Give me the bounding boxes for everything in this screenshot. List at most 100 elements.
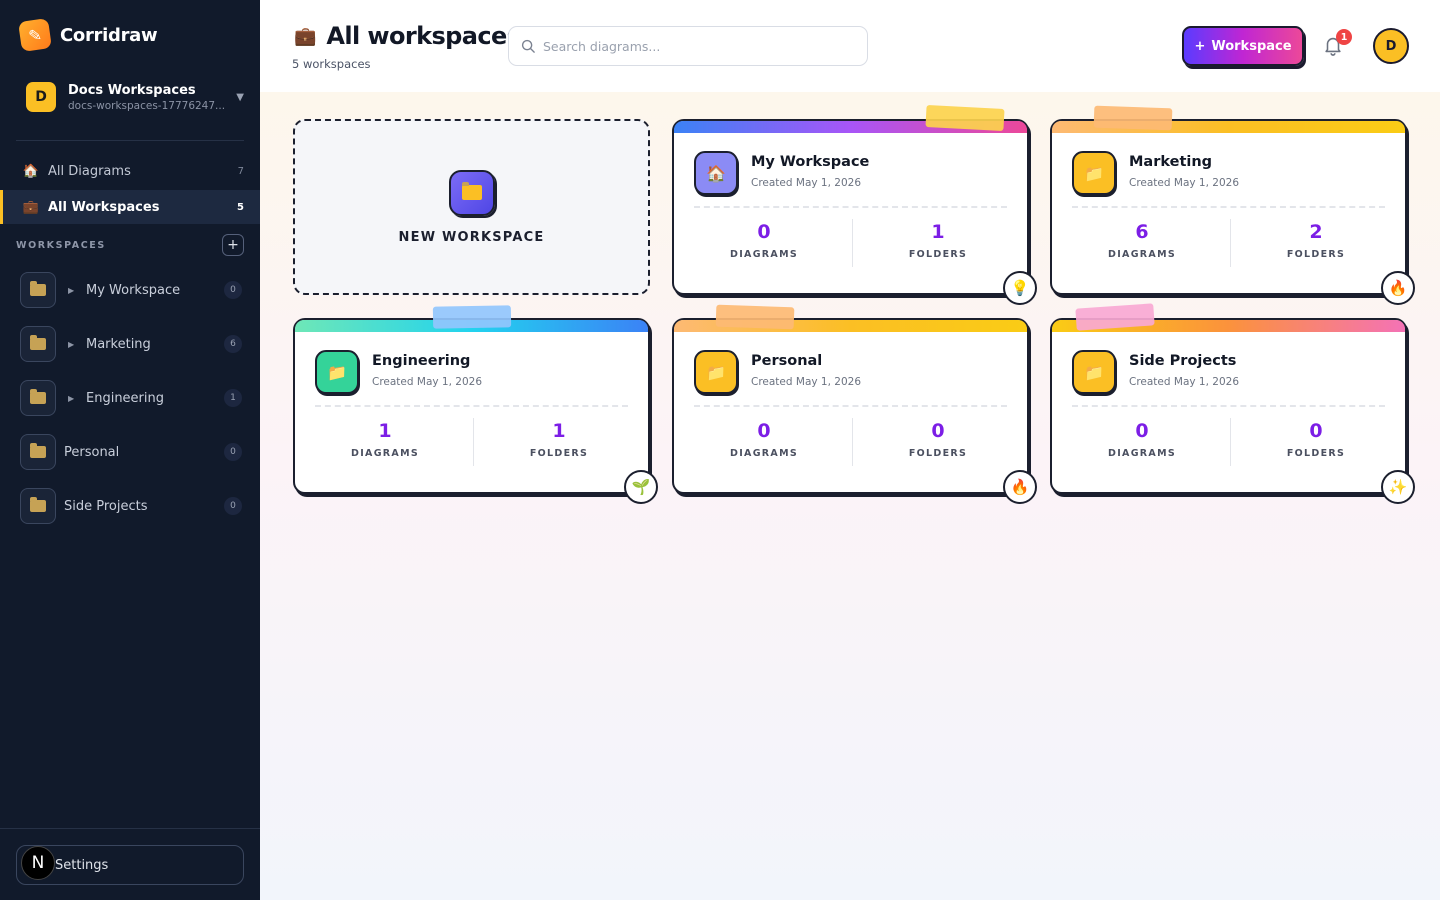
divider bbox=[852, 418, 853, 466]
page-title-text: All workspaces bbox=[326, 22, 521, 50]
expand-arrow-icon[interactable]: ▶ bbox=[68, 286, 78, 295]
tape-decoration bbox=[1093, 105, 1173, 131]
briefcase-icon: 💼 bbox=[22, 199, 40, 215]
fire-icon: 🔥 bbox=[1003, 470, 1037, 504]
user-avatar[interactable]: D bbox=[1373, 28, 1409, 64]
workspaces-section-header: WORKSPACES + bbox=[16, 234, 244, 256]
notifications-button[interactable]: 1 bbox=[1322, 29, 1352, 58]
search-bar[interactable] bbox=[508, 26, 868, 66]
folders-label: FOLDERS bbox=[908, 249, 968, 260]
divider bbox=[694, 405, 1007, 407]
sidebar: ✎ Corridraw D Docs Workspaces docs-works… bbox=[0, 0, 260, 900]
notification-badge: 1 bbox=[1336, 29, 1352, 45]
sidebar-workspace-marketing[interactable]: ▶ Marketing 6 bbox=[20, 324, 242, 364]
brand[interactable]: ✎ Corridraw bbox=[18, 18, 158, 52]
card-title: Marketing bbox=[1129, 154, 1213, 170]
sidebar-workspace-personal[interactable]: Personal 0 bbox=[20, 432, 242, 472]
top-header: 💼 All workspaces 5 workspaces + Workspac… bbox=[260, 0, 1440, 92]
workspace-count: 0 bbox=[224, 443, 242, 461]
divider bbox=[1230, 219, 1231, 267]
folders-stat: 0 FOLDERS bbox=[1236, 420, 1396, 459]
workspace-id: docs-workspaces-17776247... bbox=[68, 99, 225, 112]
diagrams-stat: 0 DIAGRAMS bbox=[684, 420, 844, 459]
divider bbox=[0, 828, 260, 829]
chevron-down-icon: ▼ bbox=[236, 91, 244, 103]
expand-arrow-icon[interactable]: ▶ bbox=[68, 340, 78, 349]
folder-icon bbox=[20, 380, 56, 416]
divider bbox=[1072, 405, 1385, 407]
folder-icon bbox=[20, 272, 56, 308]
sidebar-workspace-side-projects[interactable]: Side Projects 0 bbox=[20, 486, 242, 526]
folder-icon bbox=[20, 488, 56, 524]
folder-icon bbox=[20, 326, 56, 362]
card-title: My Workspace bbox=[751, 154, 870, 170]
diagrams-label: DIAGRAMS bbox=[730, 448, 798, 459]
sidebar-workspace-engineering[interactable]: ▶ Engineering 1 bbox=[20, 378, 242, 418]
workspace-count: 0 bbox=[224, 497, 242, 515]
house-icon: 🏠 bbox=[694, 151, 738, 195]
briefcase-icon: 💼 bbox=[294, 25, 317, 47]
diagrams-count: 6 bbox=[1135, 221, 1149, 243]
folder-icon: 📁 bbox=[1072, 350, 1116, 394]
divider bbox=[852, 219, 853, 267]
workspace-count-text: 5 workspaces bbox=[292, 57, 371, 71]
seedling-icon: 🌱 bbox=[624, 470, 658, 504]
workspace-card-my-workspace[interactable]: 🏠 My Workspace Created May 1, 2026 0 DIA… bbox=[672, 104, 1037, 305]
divider bbox=[1230, 418, 1231, 466]
card-title: Engineering bbox=[372, 353, 471, 369]
tape-decoration bbox=[715, 304, 795, 330]
new-workspace-label: Workspace bbox=[1211, 38, 1292, 54]
fire-icon: 🔥 bbox=[1381, 271, 1415, 305]
diagrams-count: 0 bbox=[757, 221, 771, 243]
workspace-card-side-projects[interactable]: 📁 Side Projects Created May 1, 2026 0 DI… bbox=[1050, 303, 1415, 504]
workspace-label: Side Projects bbox=[64, 498, 148, 514]
folders-label: FOLDERS bbox=[908, 448, 968, 459]
folders-count: 0 bbox=[1309, 420, 1323, 442]
folders-count: 2 bbox=[1309, 221, 1323, 243]
divider bbox=[1072, 206, 1385, 208]
expand-arrow-icon[interactable]: ▶ bbox=[68, 394, 78, 403]
workspace-switcher[interactable]: D Docs Workspaces docs-workspaces-177762… bbox=[26, 80, 244, 114]
workspace-card-marketing[interactable]: 📁 Marketing Created May 1, 2026 6 DIAGRA… bbox=[1050, 105, 1415, 305]
add-workspace-icon[interactable]: + bbox=[222, 234, 244, 256]
card-created-date: Created May 1, 2026 bbox=[751, 177, 862, 189]
new-workspace-card[interactable]: NEW WORKSPACE bbox=[293, 119, 650, 295]
workspace-label: Engineering bbox=[86, 390, 164, 406]
card-created-date: Created May 1, 2026 bbox=[372, 376, 483, 388]
divider bbox=[315, 405, 628, 407]
nav-all-workspaces[interactable]: 💼 All Workspaces 5 bbox=[0, 190, 260, 224]
workspace-grid: NEW WORKSPACE 🏠 My Workspace Created May… bbox=[260, 92, 1440, 900]
sparkles-icon: ✨ bbox=[1381, 470, 1415, 504]
workspace-card-engineering[interactable]: 📁 Engineering Created May 1, 2026 1 DIAG… bbox=[293, 305, 658, 504]
workspaces-heading: WORKSPACES bbox=[16, 239, 106, 251]
diagrams-count: 0 bbox=[757, 420, 771, 442]
folder-icon bbox=[20, 434, 56, 470]
folders-stat: 0 FOLDERS bbox=[858, 420, 1018, 459]
workspace-name: Docs Workspaces bbox=[68, 82, 196, 98]
folder-icon: 📁 bbox=[694, 350, 738, 394]
workspace-label: My Workspace bbox=[86, 282, 181, 298]
search-input[interactable] bbox=[543, 38, 843, 54]
diagrams-label: DIAGRAMS bbox=[1108, 249, 1176, 260]
diagrams-label: DIAGRAMS bbox=[1108, 448, 1176, 459]
diagrams-count: 1 bbox=[378, 420, 392, 442]
next-badge-icon[interactable]: N bbox=[21, 846, 55, 880]
sidebar-workspace-my-workspace[interactable]: ▶ My Workspace 0 bbox=[20, 270, 242, 310]
diagrams-stat: 6 DIAGRAMS bbox=[1062, 221, 1222, 260]
plus-icon: + bbox=[1194, 38, 1206, 54]
house-icon: 🏠 bbox=[22, 163, 40, 179]
nav-label: All Workspaces bbox=[48, 199, 160, 215]
card-created-date: Created May 1, 2026 bbox=[751, 376, 862, 388]
workspace-count: 1 bbox=[224, 389, 242, 407]
page-title: 💼 All workspaces bbox=[294, 22, 521, 50]
card-title: Side Projects bbox=[1129, 353, 1237, 369]
folder-icon bbox=[448, 169, 495, 216]
folder-icon: 📁 bbox=[1072, 151, 1116, 195]
diagrams-stat: 1 DIAGRAMS bbox=[305, 420, 465, 459]
workspace-card-personal[interactable]: 📁 Personal Created May 1, 2026 0 DIAGRAM… bbox=[672, 304, 1037, 504]
folders-stat: 2 FOLDERS bbox=[1236, 221, 1396, 260]
diagrams-stat: 0 DIAGRAMS bbox=[684, 221, 844, 260]
folders-stat: 1 FOLDERS bbox=[479, 420, 639, 459]
nav-all-diagrams[interactable]: 🏠 All Diagrams 7 bbox=[0, 154, 260, 188]
new-workspace-button[interactable]: + Workspace bbox=[1182, 26, 1304, 66]
